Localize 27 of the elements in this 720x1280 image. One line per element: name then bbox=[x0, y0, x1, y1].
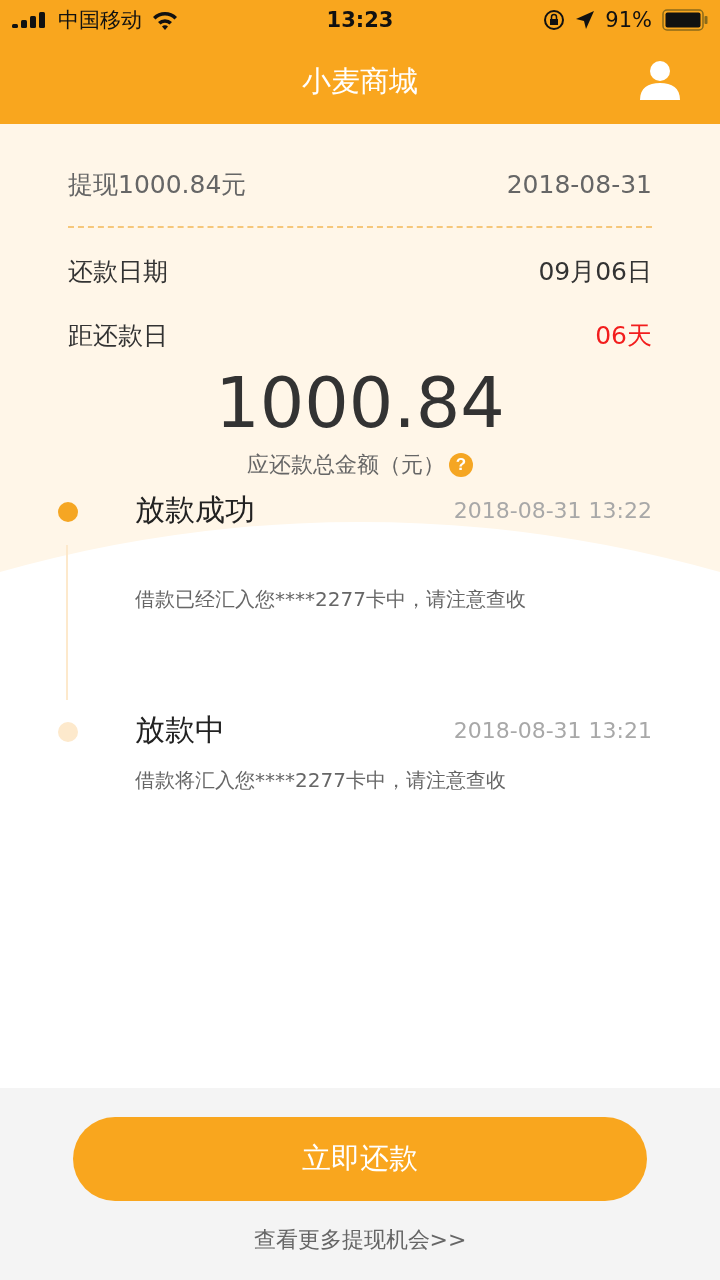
page-title: 小麦商城 bbox=[302, 63, 418, 100]
signal-icon bbox=[12, 12, 48, 28]
withdrawal-amount: 提现1000.84元 bbox=[68, 168, 247, 201]
status-time: 2018-08-31 13:21 bbox=[453, 717, 652, 745]
rotation-lock-icon bbox=[543, 9, 566, 31]
info-value: 09月06日 bbox=[538, 255, 652, 288]
status-title: 放款成功 bbox=[135, 491, 256, 529]
info-label: 距还款日 bbox=[68, 319, 168, 352]
info-value: 06天 bbox=[595, 319, 652, 352]
repay-now-button[interactable]: 立即还款 bbox=[73, 1117, 647, 1201]
location-arrow-icon bbox=[575, 10, 596, 30]
status-title: 放款中 bbox=[135, 711, 226, 749]
more-offers-link[interactable]: 查看更多提现机会>> bbox=[253, 1225, 467, 1255]
withdrawal-date: 2018-08-31 bbox=[506, 169, 652, 199]
status-time: 2018-08-31 13:22 bbox=[453, 497, 652, 525]
amount-caption: 应还款总金额（元） bbox=[247, 451, 445, 479]
wifi-icon bbox=[152, 10, 178, 30]
battery-icon bbox=[662, 9, 708, 31]
info-label: 还款日期 bbox=[68, 255, 168, 288]
carrier-label: 中国移动 bbox=[58, 7, 142, 34]
battery-percent: 91% bbox=[605, 8, 652, 32]
repayment-amount: 1000.84 bbox=[214, 362, 506, 444]
user-icon[interactable] bbox=[638, 60, 682, 100]
help-button[interactable]: ? bbox=[449, 453, 473, 477]
clock-time: 13:23 bbox=[326, 8, 394, 32]
status-description: 借款将汇入您****2277卡中，请注意查收 bbox=[135, 767, 507, 794]
status-description: 借款已经汇入您****2277卡中，请注意查收 bbox=[135, 586, 527, 613]
